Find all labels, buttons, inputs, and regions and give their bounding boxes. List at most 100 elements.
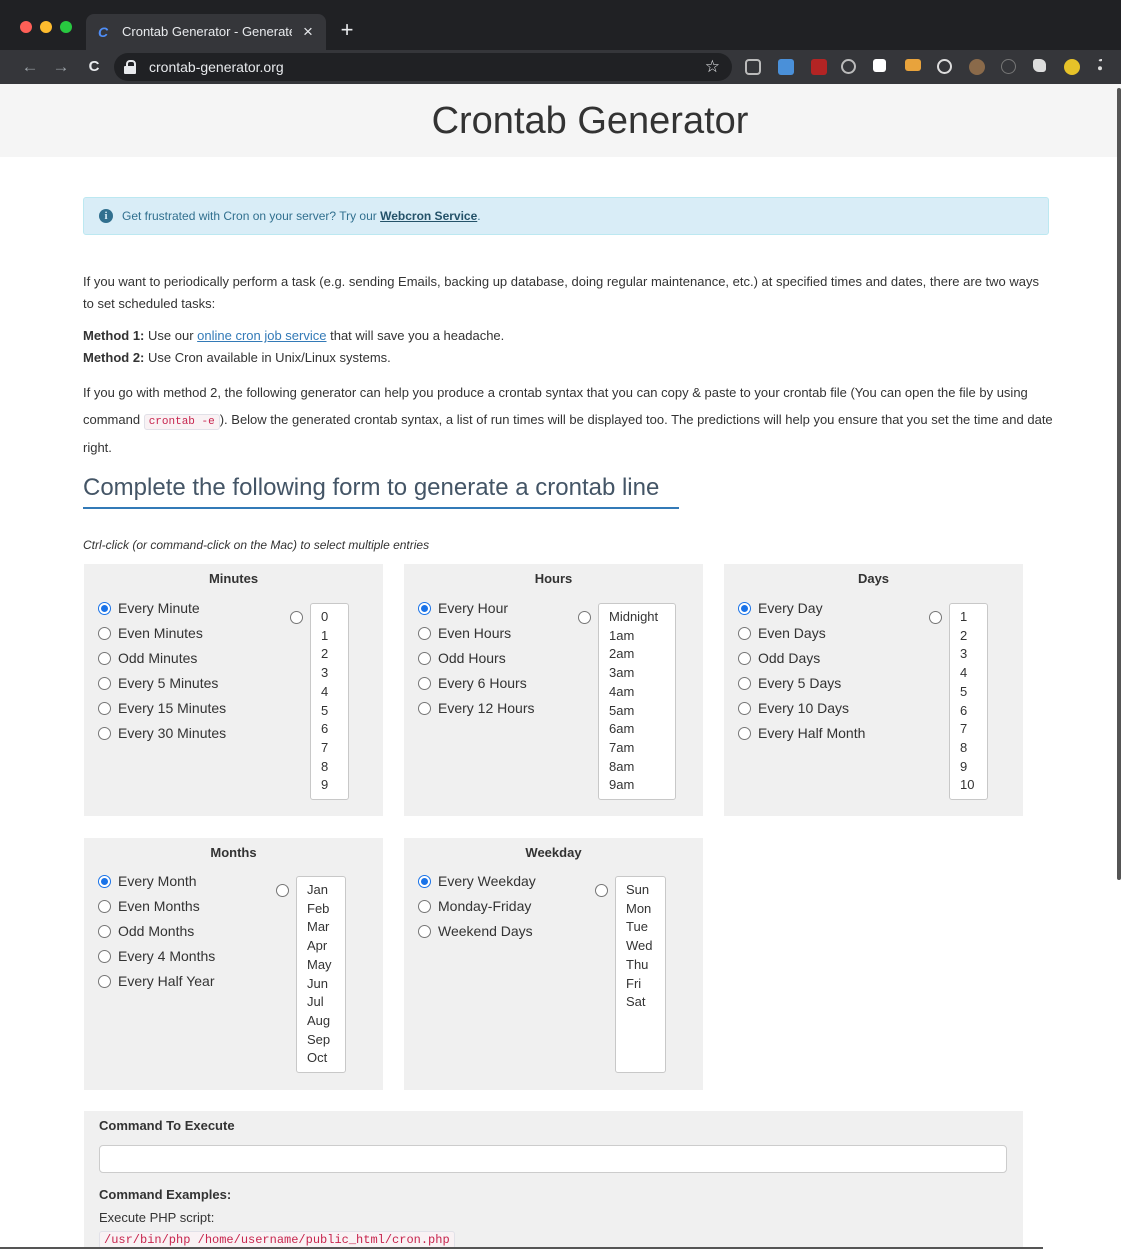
reload-icon[interactable]: C	[84, 56, 104, 78]
list-item[interactable]: May	[297, 956, 345, 975]
radio[interactable]	[738, 676, 751, 690]
online-cron-job-service-link[interactable]: online cron job service	[197, 328, 326, 343]
minutes-option[interactable]: Every 30 Minutes	[98, 723, 226, 743]
radio[interactable]	[418, 899, 431, 913]
hours-option[interactable]: Odd Hours	[418, 648, 506, 668]
list-item[interactable]: 8am	[599, 758, 675, 777]
list-item[interactable]: 1	[950, 608, 987, 627]
hours-option[interactable]: Every 12 Hours	[418, 698, 534, 718]
list-item[interactable]: Sun	[616, 881, 665, 900]
months-option[interactable]: Every Half Year	[98, 971, 215, 991]
list-item[interactable]: 4	[311, 683, 348, 702]
profile-avatar-icon[interactable]	[1064, 59, 1080, 75]
list-item[interactable]: Jun	[297, 975, 345, 994]
radio-checked[interactable]	[418, 874, 431, 888]
list-item[interactable]: Oct	[297, 1049, 345, 1068]
minutes-listbox[interactable]: 0 1 2 3 4 5 6 7 8 9	[310, 603, 349, 800]
radio[interactable]	[418, 701, 431, 715]
browser-menu-icon[interactable]	[1098, 59, 1106, 73]
weekday-option[interactable]: Weekend Days	[418, 921, 533, 941]
list-item[interactable]: Mar	[297, 918, 345, 937]
list-item[interactable]: 2am	[599, 645, 675, 664]
command-input[interactable]	[99, 1145, 1007, 1173]
hours-select-radio[interactable]	[578, 611, 591, 624]
minutes-option[interactable]: Odd Minutes	[98, 648, 197, 668]
radio-checked[interactable]	[98, 874, 111, 888]
list-item[interactable]: 1am	[599, 627, 675, 646]
webcron-service-link[interactable]: Webcron Service	[380, 209, 477, 223]
days-option[interactable]: Every 5 Days	[738, 673, 841, 693]
list-item[interactable]: 7	[311, 739, 348, 758]
ublock-extension-icon[interactable]	[811, 59, 827, 75]
react-devtools-icon[interactable]	[937, 59, 952, 74]
list-item[interactable]: 4	[950, 664, 987, 683]
list-item[interactable]: 3	[950, 645, 987, 664]
list-item[interactable]: Tue	[616, 918, 665, 937]
vertical-scrollbar[interactable]	[1117, 88, 1121, 880]
radio[interactable]	[418, 676, 431, 690]
list-item[interactable]: Apr	[297, 937, 345, 956]
list-item[interactable]: 5	[950, 683, 987, 702]
hours-option[interactable]: Even Hours	[418, 623, 511, 643]
list-item[interactable]: 8	[950, 739, 987, 758]
radio[interactable]	[98, 651, 111, 665]
months-option[interactable]: Odd Months	[98, 921, 194, 941]
pocket-extension-icon[interactable]	[745, 59, 761, 75]
cookie-extension-icon[interactable]	[969, 59, 985, 75]
extension-badge-icon[interactable]	[778, 59, 794, 75]
minutes-option[interactable]: Every Minute	[98, 598, 200, 618]
radio[interactable]	[98, 924, 111, 938]
radio[interactable]	[98, 676, 111, 690]
minutes-option[interactable]: Even Minutes	[98, 623, 203, 643]
radio-checked[interactable]	[738, 601, 751, 615]
list-item[interactable]: 0	[311, 608, 348, 627]
radio[interactable]	[738, 726, 751, 740]
list-item[interactable]: Aug	[297, 1012, 345, 1031]
list-item[interactable]: Sep	[297, 1031, 345, 1050]
list-item[interactable]: 8	[311, 758, 348, 777]
radio[interactable]	[98, 974, 111, 988]
hours-option[interactable]: Every 6 Hours	[418, 673, 527, 693]
list-item[interactable]: Mon	[616, 900, 665, 919]
square-extension-icon[interactable]	[873, 59, 886, 72]
browser-tab[interactable]: C Crontab Generator - Generate ×	[86, 14, 326, 50]
close-window-button[interactable]	[20, 21, 32, 33]
days-option[interactable]: Every 10 Days	[738, 698, 849, 718]
minutes-option[interactable]: Every 15 Minutes	[98, 698, 226, 718]
address-bar[interactable]: crontab-generator.org ☆	[114, 53, 732, 81]
list-item[interactable]: 2	[311, 645, 348, 664]
list-item[interactable]: Sat	[616, 993, 665, 1012]
circle-extension-icon[interactable]	[841, 59, 856, 74]
months-option[interactable]: Even Months	[98, 896, 200, 916]
minutes-select-radio[interactable]	[290, 611, 303, 624]
radio[interactable]	[418, 651, 431, 665]
list-item[interactable]: 9	[311, 776, 348, 795]
weekday-listbox[interactable]: Sun Mon Tue Wed Thu Fri Sat	[615, 876, 666, 1073]
new-tab-button[interactable]: +	[336, 18, 358, 42]
hours-option[interactable]: Every Hour	[418, 598, 508, 618]
bookmark-star-icon[interactable]: ☆	[705, 57, 720, 77]
radio[interactable]	[738, 626, 751, 640]
radio[interactable]	[98, 899, 111, 913]
radio-checked[interactable]	[418, 601, 431, 615]
radio[interactable]	[98, 949, 111, 963]
months-option[interactable]: Every Month	[98, 871, 197, 891]
list-item[interactable]: Thu	[616, 956, 665, 975]
list-item[interactable]: 6	[311, 720, 348, 739]
list-item[interactable]: 3	[311, 664, 348, 683]
list-item[interactable]: 9	[950, 758, 987, 777]
forward-arrow-icon[interactable]: →	[51, 56, 71, 78]
days-option[interactable]: Every Half Month	[738, 723, 865, 743]
info-extension-icon[interactable]	[1001, 59, 1016, 74]
days-option[interactable]: Even Days	[738, 623, 826, 643]
radio[interactable]	[738, 701, 751, 715]
tab-close-icon[interactable]: ×	[300, 23, 316, 41]
list-item[interactable]: 6am	[599, 720, 675, 739]
list-item[interactable]: 5am	[599, 702, 675, 721]
radio-checked[interactable]	[98, 601, 111, 615]
list-item[interactable]: 1	[311, 627, 348, 646]
days-listbox[interactable]: 1 2 3 4 5 6 7 8 9 10	[949, 603, 988, 800]
back-arrow-icon[interactable]: ←	[20, 56, 40, 78]
list-item[interactable]: 6	[950, 702, 987, 721]
radio[interactable]	[738, 651, 751, 665]
